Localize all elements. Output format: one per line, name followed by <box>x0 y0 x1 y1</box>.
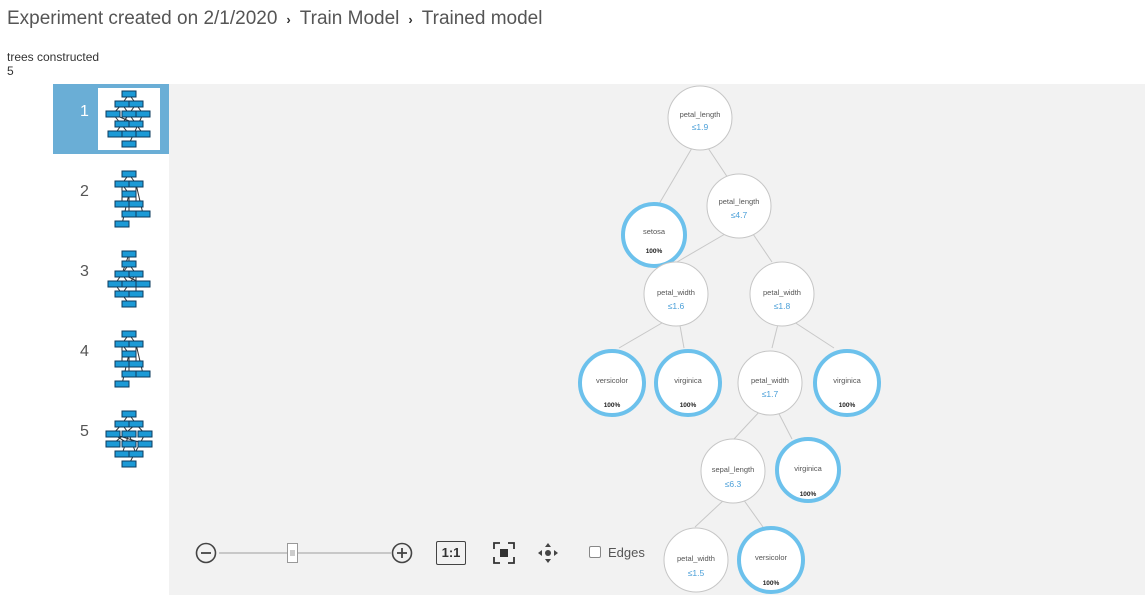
node-percent: 100% <box>839 402 856 409</box>
node-class: versicolor <box>755 553 788 562</box>
node-percent: 100% <box>604 402 621 409</box>
tree-thumbnail-icon <box>98 248 160 310</box>
node-threshold: ≤1.9 <box>692 122 709 132</box>
node-feature: petal_width <box>763 288 801 297</box>
chevron-right-icon: › <box>408 11 413 27</box>
breadcrumb: Experiment created on 2/1/2020 › Train M… <box>7 5 542 33</box>
tree-number: 1 <box>80 103 89 120</box>
tree-edge <box>658 147 693 205</box>
tree-node-leaf[interactable]: versicolor 100% <box>737 526 805 594</box>
tree-node-split[interactable]: petal_width ≤1.5 <box>663 527 729 593</box>
breadcrumb-item-experiment[interactable]: Experiment created on 2/1/2020 <box>7 8 277 30</box>
tree-node-leaf[interactable]: virginica 100% <box>813 349 881 417</box>
node-feature: petal_width <box>657 288 695 297</box>
node-percent: 100% <box>763 580 780 587</box>
node-percent: 100% <box>680 402 697 409</box>
tree-node-leaf[interactable]: virginica 100% <box>775 437 841 503</box>
node-class: setosa <box>643 227 666 236</box>
node-class: virginica <box>674 376 702 385</box>
tree-thumbnail-icon <box>98 88 160 150</box>
node-threshold: ≤1.6 <box>668 301 685 311</box>
tree-node-split[interactable]: sepal_length ≤6.3 <box>700 438 766 504</box>
node-threshold: ≤6.3 <box>725 479 742 489</box>
tree-list-item-1[interactable]: 1 <box>53 84 169 154</box>
node-class: virginica <box>833 376 861 385</box>
pan-icon[interactable] <box>536 541 560 565</box>
tree-node-leaf[interactable]: versicolor 100% <box>578 349 646 417</box>
tree-list-item-4[interactable]: 4 <box>53 324 169 394</box>
tree-canvas[interactable]: petal_length ≤1.9 setosa 100% petal_leng… <box>169 84 1145 595</box>
actual-size-button[interactable]: 1:1 <box>436 541 466 565</box>
tree-node-leaf[interactable]: setosa 100% <box>621 202 687 268</box>
tree-edge <box>733 409 762 440</box>
zoom-slider-track[interactable] <box>219 552 391 554</box>
zoom-out-icon[interactable] <box>195 542 217 564</box>
tree-node-split[interactable]: petal_length ≤4.7 <box>706 173 772 239</box>
tree-list: 1 2 3 4 5 <box>53 84 169 484</box>
tree-number: 5 <box>80 423 89 440</box>
tree-edge <box>776 409 793 440</box>
tree-node-leaf[interactable]: virginica 100% <box>654 349 722 417</box>
chevron-right-icon: › <box>286 11 291 27</box>
edges-checkbox[interactable] <box>589 546 601 558</box>
node-class: virginica <box>794 464 822 473</box>
zoom-toolbar: 1:1 Edges <box>195 538 665 568</box>
edges-label: Edges <box>608 545 645 560</box>
node-feature: sepal_length <box>712 465 755 474</box>
trees-constructed-label: trees constructed <box>7 50 100 64</box>
node-feature: petal_length <box>680 110 721 119</box>
zoom-in-icon[interactable] <box>391 542 413 564</box>
node-percent: 100% <box>646 248 663 255</box>
node-threshold: ≤1.5 <box>688 568 705 578</box>
node-threshold: ≤4.7 <box>731 210 748 220</box>
tree-edge <box>694 498 726 528</box>
tree-thumbnail-icon <box>98 168 160 230</box>
tree-node-split[interactable]: petal_width ≤1.7 <box>737 350 803 416</box>
fit-to-screen-icon[interactable] <box>492 541 516 565</box>
tree-list-item-3[interactable]: 3 <box>53 244 169 314</box>
trees-constructed-info: trees constructed 5 <box>7 50 99 78</box>
tree-list-item-2[interactable]: 2 <box>53 164 169 234</box>
tree-node-split[interactable]: petal_width ≤1.6 <box>643 261 709 327</box>
node-threshold: ≤1.7 <box>762 389 779 399</box>
zoom-slider-handle[interactable] <box>287 543 298 563</box>
node-feature: petal_width <box>677 554 715 563</box>
tree-number: 3 <box>80 263 89 280</box>
tree-list-item-5[interactable]: 5 <box>53 404 169 474</box>
tree-edge <box>752 233 773 263</box>
tree-number: 2 <box>80 183 89 200</box>
tree-edge <box>618 319 668 349</box>
tree-edge <box>742 498 764 528</box>
node-feature: petal_length <box>719 197 760 206</box>
tree-edge <box>790 319 835 349</box>
decision-tree-graph: petal_length ≤1.9 setosa 100% petal_leng… <box>578 85 881 594</box>
node-percent: 100% <box>800 491 817 498</box>
breadcrumb-item-train-model[interactable]: Train Model <box>300 8 400 30</box>
tree-number: 4 <box>80 343 89 360</box>
tree-thumbnail-icon <box>98 408 160 470</box>
node-threshold: ≤1.8 <box>774 301 791 311</box>
node-feature: petal_width <box>751 376 789 385</box>
tree-thumbnail-icon <box>98 328 160 390</box>
tree-node-split[interactable]: petal_length ≤1.9 <box>667 85 733 151</box>
breadcrumb-item-trained-model: Trained model <box>421 8 543 29</box>
trees-constructed-value: 5 <box>7 64 14 78</box>
node-class: versicolor <box>596 376 629 385</box>
tree-node-split[interactable]: petal_width ≤1.8 <box>749 261 815 327</box>
